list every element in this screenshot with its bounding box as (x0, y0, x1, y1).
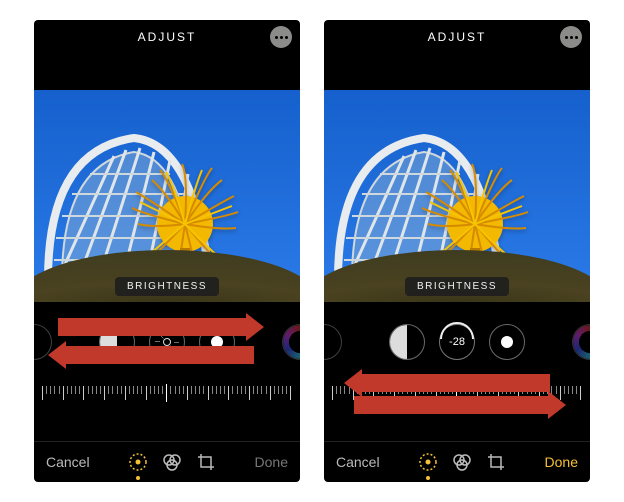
adjust-mode-icon[interactable] (418, 452, 438, 472)
screen-title: ADJUST (138, 30, 197, 44)
more-button[interactable] (270, 26, 292, 48)
top-bar: ADJUST (34, 20, 300, 54)
mode-tools (418, 452, 506, 472)
dial-contrast-icon[interactable] (389, 324, 425, 360)
filters-mode-icon[interactable] (452, 452, 472, 472)
adjustment-name-label: BRIGHTNESS (115, 277, 219, 296)
photo-preview: BRIGHTNESS (324, 90, 590, 302)
more-button[interactable] (560, 26, 582, 48)
mode-tools (128, 452, 216, 472)
annotation-arrow-left (64, 346, 254, 364)
dial-exposure-icon[interactable] (324, 324, 342, 360)
cancel-button[interactable]: Cancel (46, 454, 90, 470)
adjust-mode-icon[interactable] (128, 452, 148, 472)
adjustment-dial-row[interactable] (34, 310, 300, 374)
done-button[interactable]: Done (545, 454, 578, 470)
done-button[interactable]: Done (255, 454, 288, 470)
annotation-arrow-right (354, 396, 550, 414)
top-bar: ADJUST (324, 20, 590, 54)
cancel-button[interactable]: Cancel (336, 454, 380, 470)
crop-mode-icon[interactable] (486, 452, 506, 472)
dial-color-icon[interactable] (282, 324, 300, 360)
adjustment-name-label: BRIGHTNESS (405, 277, 509, 296)
selected-indicator-dot (136, 476, 140, 480)
adjustment-dial-row[interactable]: -28 (324, 310, 590, 374)
dial-brightness-value[interactable]: -28 (439, 324, 475, 360)
screen-title: ADJUST (428, 30, 487, 44)
phone-right: ADJUST (324, 20, 590, 482)
value-arc-icon (438, 320, 476, 342)
value-slider[interactable] (42, 376, 292, 410)
dial-color-icon[interactable] (572, 324, 590, 360)
annotation-arrow-right (58, 318, 248, 336)
selected-indicator-dot (426, 476, 430, 480)
dial-black-point-icon[interactable] (489, 324, 525, 360)
photo-preview: BRIGHTNESS (34, 90, 300, 302)
phone-left: ADJUST (34, 20, 300, 482)
bottom-bar: Cancel Done (324, 441, 590, 482)
crop-mode-icon[interactable] (196, 452, 216, 472)
bottom-bar: Cancel Done (34, 441, 300, 482)
value-slider[interactable] (332, 376, 582, 410)
annotation-arrow-left (360, 374, 550, 392)
filters-mode-icon[interactable] (162, 452, 182, 472)
